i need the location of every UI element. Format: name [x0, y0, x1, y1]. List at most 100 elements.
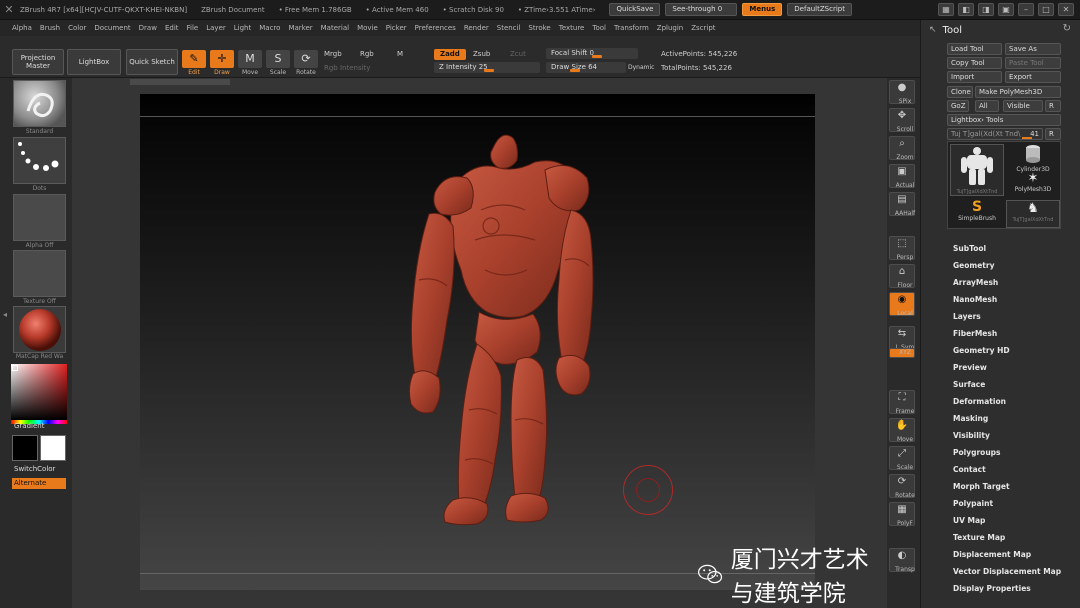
viewport-lsym-button[interactable]: ⇆L.Sym	[889, 326, 915, 351]
swatch-icon[interactable]: ◧	[958, 3, 974, 16]
color-picker[interactable]	[11, 364, 67, 420]
viewport-polyf-button[interactable]: ▦ PolyF	[889, 502, 915, 527]
copy-tool-button[interactable]: Copy Tool	[947, 57, 1002, 69]
palette-icon[interactable]: ◨	[978, 3, 994, 16]
viewport-floor-button[interactable]: ⌂ Floor	[889, 264, 915, 289]
viewport-zoom-button[interactable]: ⌕ Zoom	[889, 136, 915, 161]
menu-render[interactable]: Render	[464, 24, 489, 32]
zsub-button[interactable]: Zsub	[473, 50, 490, 58]
tool-section-subtool[interactable]: SubTool	[953, 240, 1080, 257]
viewport-rotate-button[interactable]: ⟳ Rotate	[889, 474, 915, 499]
viewport-xyz-button[interactable]: XYZ	[889, 348, 915, 358]
tool-section-displacement-map[interactable]: Displacement Map	[953, 546, 1080, 563]
viewport-local-button[interactable]: ◉ Local	[889, 292, 915, 317]
alternate-button[interactable]: Alternate	[12, 478, 66, 489]
viewport-aahalf-button[interactable]: ▤ AAHalf	[889, 192, 915, 217]
viewport-persp-button[interactable]: ⬚ Persp	[889, 236, 915, 261]
move-mode-button[interactable]: M Move	[237, 50, 263, 78]
menu-stencil[interactable]: Stencil	[497, 24, 521, 32]
maximize-icon[interactable]: □	[1038, 3, 1054, 16]
menu-draw[interactable]: Draw	[139, 24, 157, 32]
zadd-button[interactable]: Zadd	[434, 49, 466, 60]
clone-button[interactable]: Clone	[947, 86, 973, 98]
menu-movie[interactable]: Movie	[357, 24, 378, 32]
menu-tool[interactable]: Tool	[592, 24, 606, 32]
menu-zscript[interactable]: Zscript	[691, 24, 715, 32]
menu-texture[interactable]: Texture	[559, 24, 585, 32]
tool-section-masking[interactable]: Masking	[953, 410, 1080, 427]
tool-section-morph-target[interactable]: Morph Target	[953, 478, 1080, 495]
tool-section-arraymesh[interactable]: ArrayMesh	[953, 274, 1080, 291]
stroke-selector[interactable]	[13, 137, 66, 184]
draw-size-slider[interactable]: Draw Size 64	[546, 62, 626, 73]
rgb-intensity-slider[interactable]: Rgb Intensity	[324, 64, 370, 72]
quick-sketch-button[interactable]: Quick Sketch	[126, 49, 178, 75]
save-as-button[interactable]: Save As	[1005, 43, 1061, 55]
viewport-scroll-button[interactable]: ✥ Scroll	[889, 108, 915, 133]
rgb-button[interactable]: Rgb	[360, 50, 374, 58]
menu-picker[interactable]: Picker	[386, 24, 407, 32]
tool-section-display-properties[interactable]: Display Properties	[953, 580, 1080, 597]
projection-master-button[interactable]: Projection Master	[12, 49, 64, 75]
texture-selector[interactable]	[13, 250, 66, 297]
tool-section-geometry-hd[interactable]: Geometry HD	[953, 342, 1080, 359]
secondary-color-swatch[interactable]	[40, 435, 66, 461]
tool-section-surface[interactable]: Surface	[953, 376, 1080, 393]
tool-section-contact[interactable]: Contact	[953, 461, 1080, 478]
tool-palette-header[interactable]: ↖ Tool ↻	[921, 20, 1080, 40]
load-tool-button[interactable]: Load Tool	[947, 43, 1002, 55]
see-through-slider[interactable]: See-through 0	[665, 3, 738, 16]
viewport-transp-button[interactable]: ◐ Transp	[889, 548, 915, 573]
tool-r-button[interactable]: R	[1045, 128, 1061, 140]
material-selector[interactable]	[13, 306, 66, 353]
tray-collapse-icon[interactable]: ◂	[3, 310, 7, 319]
goz-button[interactable]: GoZ	[947, 100, 969, 112]
z-intensity-slider[interactable]: Z Intensity 25	[434, 62, 540, 73]
goz-visible-button[interactable]: Visible	[1003, 100, 1043, 112]
canvas-scrollbar[interactable]	[130, 79, 230, 85]
edit-mode-button[interactable]: ✎ Edit	[181, 50, 207, 78]
lightbox-tools-button[interactable]: Lightbox› Tools	[947, 114, 1061, 126]
menu-edit[interactable]: Edit	[165, 24, 179, 32]
import-button[interactable]: Import	[947, 71, 1002, 83]
tool-section-layers[interactable]: Layers	[953, 308, 1080, 325]
make-polymesh-button[interactable]: Make PolyMesh3D	[975, 86, 1061, 98]
export-button[interactable]: Export	[1005, 71, 1061, 83]
tool-section-vector-displacement-map[interactable]: Vector Displacement Map	[953, 563, 1080, 580]
scale-mode-button[interactable]: S Scale	[265, 50, 291, 78]
menu-color[interactable]: Color	[68, 24, 86, 32]
menu-layer[interactable]: Layer	[206, 24, 226, 32]
paste-tool-button[interactable]: Paste Tool	[1005, 57, 1061, 69]
tool-section-visibility[interactable]: Visibility	[953, 427, 1080, 444]
menu-stroke[interactable]: Stroke	[528, 24, 550, 32]
m-button[interactable]: M	[397, 50, 403, 58]
save-icon[interactable]: ▣	[998, 3, 1014, 16]
draw-mode-button[interactable]: ✛ Draw	[209, 50, 235, 78]
tool-section-nanomesh[interactable]: NanoMesh	[953, 291, 1080, 308]
brush-selector[interactable]	[13, 80, 66, 127]
dynamic-toggle[interactable]: Dynamic	[628, 64, 654, 71]
tool-thumb-character[interactable]: TujT]galXdXtTnd	[950, 144, 1004, 196]
tool-section-texture-map[interactable]: Texture Map	[953, 529, 1080, 546]
layout-icon[interactable]: ▦	[938, 3, 954, 16]
menu-zplugin[interactable]: Zplugin	[657, 24, 683, 32]
quicksave-button[interactable]: QuickSave	[609, 3, 661, 16]
main-color-swatch[interactable]	[12, 435, 38, 461]
tool-section-uv-map[interactable]: UV Map	[953, 512, 1080, 529]
menu-transform[interactable]: Transform	[614, 24, 649, 32]
lightbox-button[interactable]: LightBox	[67, 49, 121, 75]
viewport-actual-button[interactable]: ▣ Actual	[889, 164, 915, 189]
menu-light[interactable]: Light	[234, 24, 251, 32]
minimize-icon[interactable]: –	[1018, 3, 1034, 16]
tool-section-fibermesh[interactable]: FiberMesh	[953, 325, 1080, 342]
tool-thumb-cylinder[interactable]: Cylinder3D	[1006, 144, 1060, 173]
menu-preferences[interactable]: Preferences	[415, 24, 456, 32]
menu-document[interactable]: Document	[94, 24, 130, 32]
tool-section-deformation[interactable]: Deformation	[953, 393, 1080, 410]
viewport-scale-button[interactable]: ⤢ Scale	[889, 446, 915, 471]
viewport-frame-button[interactable]: ⛶ Frame	[889, 390, 915, 415]
alpha-selector[interactable]	[13, 194, 66, 241]
viewport-spix-button[interactable]: ● SPix	[889, 80, 915, 105]
tool-section-polypaint[interactable]: Polypaint	[953, 495, 1080, 512]
default-script-button[interactable]: DefaultZScript	[787, 3, 852, 16]
